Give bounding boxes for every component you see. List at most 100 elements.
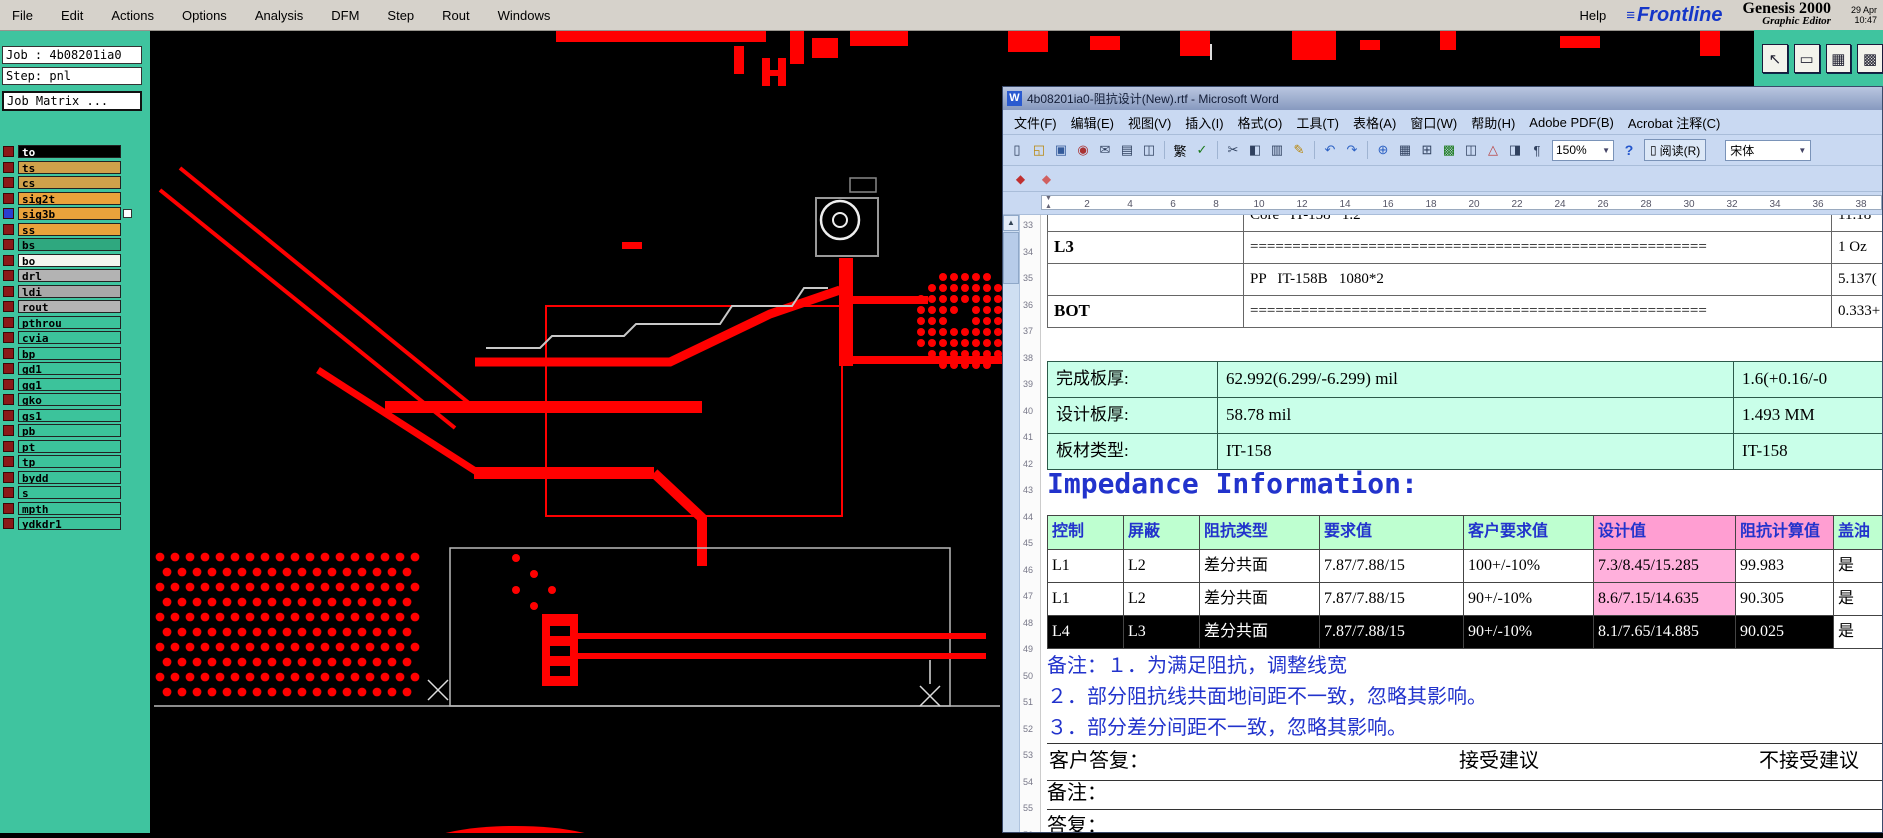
hanging-indent-marker[interactable]: ▲ xyxy=(1045,203,1052,210)
open-icon[interactable]: ◱ xyxy=(1029,140,1049,160)
word-menu-item[interactable]: 编辑(E) xyxy=(1064,110,1121,135)
word-scrollbar-left[interactable]: ▲ xyxy=(1003,215,1020,832)
layer-row-sig3b[interactable]: sig3b xyxy=(3,206,149,222)
layer-row-bs[interactable]: bs xyxy=(3,237,149,253)
menu-dfm[interactable]: DFM xyxy=(331,8,359,23)
word-help-icon[interactable]: ? xyxy=(1619,140,1639,160)
word-titlebar[interactable]: W 4b08201ia0-阻抗设计(New).rtf - Microsoft W… xyxy=(1003,87,1882,110)
document-page[interactable]: Core IT-158 1.2 11.18 L3 ==================… xyxy=(1041,215,1882,832)
word-menu-item[interactable]: 视图(V) xyxy=(1121,110,1178,135)
menu-step[interactable]: Step xyxy=(387,8,414,23)
print-icon[interactable]: ▤ xyxy=(1117,140,1137,160)
permission-icon[interactable]: ◉ xyxy=(1073,140,1093,160)
layer-grid-icon[interactable]: ▦ xyxy=(1825,44,1852,73)
menu-rout[interactable]: Rout xyxy=(442,8,469,23)
paste-icon[interactable]: ▥ xyxy=(1267,140,1287,160)
menu-edit[interactable]: Edit xyxy=(61,8,83,23)
layer-indicator[interactable] xyxy=(3,363,14,375)
undo-icon[interactable]: ↶ xyxy=(1320,140,1340,160)
email-icon[interactable]: ✉ xyxy=(1095,140,1115,160)
layer-row-gd1[interactable]: gd1 xyxy=(3,361,149,377)
layer-row-bydd[interactable]: bydd xyxy=(3,470,149,486)
hyperlink-icon[interactable]: ⊕ xyxy=(1373,140,1393,160)
layer-row-pthrou[interactable]: pthrou xyxy=(3,315,149,331)
layer-row-cvia[interactable]: cvia xyxy=(3,330,149,346)
layer-row-drl[interactable]: drl xyxy=(3,268,149,284)
chinese-convert-icon[interactable]: 繁 xyxy=(1170,140,1190,160)
matrix-table-icon[interactable]: ▩ xyxy=(1857,44,1883,73)
save-icon[interactable]: ▣ xyxy=(1051,140,1071,160)
layer-indicator[interactable] xyxy=(3,409,14,421)
layer-row-cs[interactable]: cs xyxy=(3,175,149,191)
insert-excel-icon[interactable]: ▩ xyxy=(1439,140,1459,160)
word-menu-item[interactable]: 窗口(W) xyxy=(1403,110,1464,135)
layer-row-ss[interactable]: ss xyxy=(3,222,149,238)
layer-indicator[interactable] xyxy=(3,440,14,452)
menu-help[interactable]: Help xyxy=(1579,8,1606,23)
spelling-icon[interactable]: ✓ xyxy=(1192,140,1212,160)
layer-indicator[interactable] xyxy=(3,378,14,390)
layer-indicator[interactable] xyxy=(3,471,14,483)
first-line-indent-marker[interactable]: ▼ xyxy=(1045,195,1052,202)
menu-actions[interactable]: Actions xyxy=(111,8,154,23)
layer-indicator[interactable] xyxy=(3,223,14,235)
word-menu-item[interactable]: Adobe PDF(B) xyxy=(1522,112,1621,133)
layer-row-to[interactable]: to xyxy=(3,144,149,160)
layer-row-mpth[interactable]: mpth xyxy=(3,501,149,517)
word-menu-item[interactable]: 表格(A) xyxy=(1346,110,1403,135)
layer-row-gs1[interactable]: gs1 xyxy=(3,408,149,424)
layer-row-bp[interactable]: bp xyxy=(3,346,149,362)
layer-row-bo[interactable]: bo xyxy=(3,253,149,269)
layer-indicator[interactable] xyxy=(3,425,14,437)
layer-row-gko[interactable]: gko xyxy=(3,392,149,408)
layer-indicator[interactable] xyxy=(3,177,14,189)
word-menu-item[interactable]: 插入(I) xyxy=(1178,110,1230,135)
layer-indicator[interactable] xyxy=(3,518,14,530)
menu-analysis[interactable]: Analysis xyxy=(255,8,303,23)
copy-icon[interactable]: ◧ xyxy=(1245,140,1265,160)
document-map-icon[interactable]: ◨ xyxy=(1505,140,1525,160)
show-marks-icon[interactable]: ¶ xyxy=(1527,140,1547,160)
word-menu-item[interactable]: 文件(F) xyxy=(1007,110,1064,135)
screen-view-icon[interactable]: ▭ xyxy=(1793,44,1820,73)
reading-layout-button[interactable]: ▯ 阅读(R) xyxy=(1644,139,1707,161)
word-ruler-horizontal[interactable]: ▼ ▲ 2 4 6 8 10 12 14 16 18 20 22 24 26 28 30 32 34 36 38 xyxy=(1003,192,1882,215)
layer-indicator[interactable] xyxy=(3,301,14,313)
impedance-row[interactable]: L1 L2 差分共面 7.87/7.88/15 90+/-10% 8.6/7.15/14.… xyxy=(1048,583,1882,616)
layer-indicator[interactable] xyxy=(3,487,14,499)
insert-table-icon[interactable]: ⊞ xyxy=(1417,140,1437,160)
layer-row-pt[interactable]: pt xyxy=(3,439,149,455)
layer-row-ldi[interactable]: ldi xyxy=(3,284,149,300)
layer-indicator[interactable] xyxy=(3,254,14,266)
scroll-thumb[interactable] xyxy=(1003,232,1019,284)
menu-options[interactable]: Options xyxy=(182,8,227,23)
layer-indicator[interactable] xyxy=(3,270,14,282)
font-select[interactable]: 宋体 ▼ xyxy=(1725,139,1812,161)
adobe-pdf-create-icon[interactable]: ◆ xyxy=(1010,169,1031,188)
menu-windows[interactable]: Windows xyxy=(498,8,551,23)
layer-indicator[interactable] xyxy=(3,192,14,204)
layer-indicator[interactable] xyxy=(3,394,14,406)
layer-row-pb[interactable]: pb xyxy=(3,423,149,439)
layer-row-gg1[interactable]: gg1 xyxy=(3,377,149,393)
layer-indicator[interactable] xyxy=(3,161,14,173)
layer-row-ydkdr1[interactable]: ydkdr1 xyxy=(3,516,149,532)
layer-indicator[interactable] xyxy=(3,316,14,328)
adobe-pdf-convert-icon[interactable]: ◆ xyxy=(1036,169,1057,188)
layer-indicator[interactable] xyxy=(3,332,14,344)
layer-indicator[interactable] xyxy=(3,146,14,158)
layer-row-ts[interactable]: ts xyxy=(3,160,149,176)
columns-icon[interactable]: ◫ xyxy=(1461,140,1481,160)
new-document-icon[interactable]: ▯ xyxy=(1007,140,1027,160)
layer-row-sig2t[interactable]: sig2t xyxy=(3,191,149,207)
layer-indicator[interactable] xyxy=(3,285,14,297)
scroll-up-button[interactable]: ▲ xyxy=(1003,215,1019,231)
layer-row-tp[interactable]: tp xyxy=(3,454,149,470)
tables-borders-icon[interactable]: ▦ xyxy=(1395,140,1415,160)
zoom-select[interactable]: 150% ▼ xyxy=(1552,139,1614,161)
drawing-icon[interactable]: △ xyxy=(1483,140,1503,160)
layer-row-rout[interactable]: rout xyxy=(3,299,149,315)
word-menu-item[interactable]: 格式(O) xyxy=(1231,110,1290,135)
format-painter-icon[interactable]: ✎ xyxy=(1289,140,1309,160)
layer-row-s[interactable]: s xyxy=(3,485,149,501)
